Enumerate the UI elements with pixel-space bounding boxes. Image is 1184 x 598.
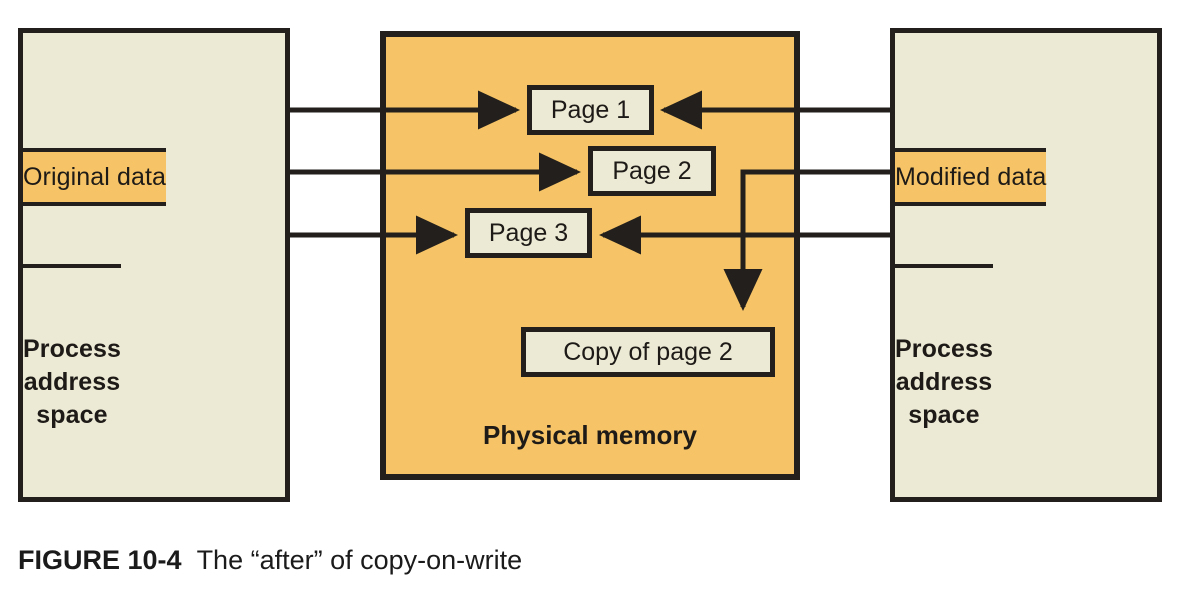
right-band-modified-data-label: Modified data [895, 162, 1047, 191]
right-process-address-space: Modified data Process address space [890, 28, 1162, 502]
figure-caption-text: The “after” of copy-on-write [196, 545, 523, 575]
right-footer-line-1: Process [895, 335, 993, 363]
left-footer-line-2: address [23, 368, 121, 396]
page-box-page-2: Page 2 [588, 146, 716, 196]
left-footer-line-1: Process [23, 335, 121, 363]
figure-number: FIGURE 10-4 [18, 545, 182, 575]
right-process-footer: Process address space [895, 264, 993, 497]
page-2-label: Page 2 [612, 156, 692, 185]
right-footer-line-3: space [908, 401, 980, 429]
right-footer-line-2: address [895, 368, 993, 396]
page-box-copy-of-page-2: Copy of page 2 [521, 327, 775, 377]
right-band-modified-data: Modified data [895, 148, 1047, 206]
physical-memory-label: Physical memory [483, 420, 697, 450]
figure-canvas: Original data Process address space Page… [0, 0, 1184, 598]
left-band-original-data: Original data [23, 148, 167, 206]
left-process-footer-label: Process address space [23, 333, 121, 432]
left-process-footer: Process address space [23, 264, 121, 497]
right-process-footer-label: Process address space [895, 333, 993, 432]
copy-of-page-2-label: Copy of page 2 [563, 337, 733, 366]
page-box-page-3: Page 3 [465, 208, 592, 258]
physical-memory-region: Page 1 Page 2 Page 3 Copy of page 2 Phys… [380, 31, 800, 480]
left-band-original-data-label: Original data [23, 162, 167, 191]
figure-caption: FIGURE 10-4 The “after” of copy-on-write [18, 545, 1118, 576]
left-footer-line-3: space [36, 401, 108, 429]
page-box-page-1: Page 1 [527, 85, 654, 135]
left-process-address-space: Original data Process address space [18, 28, 290, 502]
page-1-label: Page 1 [550, 95, 631, 124]
page-3-label: Page 3 [488, 218, 569, 247]
